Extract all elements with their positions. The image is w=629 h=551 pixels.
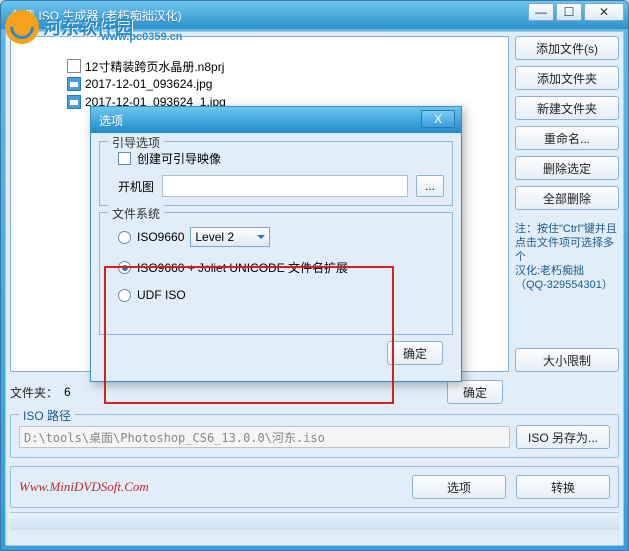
dialog-titlebar: 选项 X [91, 107, 461, 133]
browse-boot-button[interactable]: ... [416, 175, 444, 197]
website-link[interactable]: Www.MiniDVDSoft.Com [19, 479, 149, 495]
delete-all-button[interactable]: 全部删除 [515, 186, 619, 210]
folder-label: 文件夹： [10, 384, 58, 401]
iso-path-legend: ISO 路径 [19, 407, 75, 424]
dialog-ok-button[interactable]: 确定 [387, 341, 443, 365]
add-files-button[interactable]: 添加文件(s) [515, 36, 619, 60]
iso9660-level-select[interactable]: Level 2 [190, 227, 270, 247]
iso9660-label: ISO9660 [137, 230, 184, 244]
filesystem-group: 文件系统 ISO9660 Level 2 ISO9660 + Joliet UN… [99, 212, 453, 335]
options-button[interactable]: 选项 [412, 475, 506, 499]
file-name: 2017-12-01_093624.jpg [85, 77, 212, 91]
convert-button[interactable]: 转换 [516, 475, 610, 499]
create-bootable-checkbox[interactable] [118, 152, 131, 165]
status-bar [10, 512, 619, 530]
title-bar: 免费 ISO 生成器 (老朽痴拙汉化) — ☐ ✕ [1, 1, 628, 29]
folder-ok-button[interactable]: 确定 [447, 380, 503, 404]
close-button[interactable]: ✕ [584, 3, 624, 21]
create-bootable-label: 创建可引导映像 [137, 150, 221, 167]
delete-selected-button[interactable]: 删除选定 [515, 156, 619, 180]
boot-image-input[interactable] [162, 175, 408, 197]
udf-radio[interactable] [118, 289, 131, 302]
size-limit-button[interactable]: 大小限制 [515, 348, 619, 372]
project-file-icon [67, 59, 81, 73]
boot-options-group: 引导选项 创建可引导映像 开机图 ... [99, 141, 453, 206]
boot-image-label: 开机图 [118, 178, 154, 195]
list-item[interactable]: 2017-12-01_093624.jpg [67, 75, 500, 93]
list-item[interactable]: 12寸精装跨页水晶册.n8prj [67, 57, 500, 75]
image-file-icon [67, 77, 81, 91]
dialog-close-button[interactable]: X [421, 110, 455, 128]
udf-label: UDF ISO [137, 288, 186, 302]
hint-text: 注：按住"Ctrl"键并且点击文件项可选择多个 汉化:老朽痴拙 （QQ-3295… [515, 222, 619, 292]
file-name: 12寸精装跨页水晶册.n8prj [85, 58, 224, 75]
folder-count: 6 [64, 385, 71, 399]
add-folder-button[interactable]: 添加文件夹 [515, 66, 619, 90]
rename-button[interactable]: 重命名... [515, 126, 619, 150]
iso9660-radio[interactable] [118, 231, 131, 244]
dialog-title: 选项 [99, 112, 123, 129]
joliet-radio[interactable] [118, 261, 131, 274]
joliet-label: ISO9660 + Joliet UNICODE 文件名扩展 [137, 259, 348, 276]
iso-save-as-button[interactable]: ISO 另存为... [516, 425, 610, 449]
window-title: 免费 ISO 生成器 (老朽痴拙汉化) [11, 7, 182, 24]
minimize-button[interactable]: — [528, 3, 554, 21]
new-folder-button[interactable]: 新建文件夹 [515, 96, 619, 120]
maximize-button[interactable]: ☐ [556, 3, 582, 21]
boot-legend: 引导选项 [108, 134, 164, 151]
iso-path-input[interactable] [19, 426, 510, 448]
filesystem-legend: 文件系统 [108, 205, 164, 222]
image-file-icon [67, 95, 81, 109]
options-dialog: 选项 X 引导选项 创建可引导映像 开机图 ... 文件系统 ISO9660 L… [90, 106, 462, 382]
